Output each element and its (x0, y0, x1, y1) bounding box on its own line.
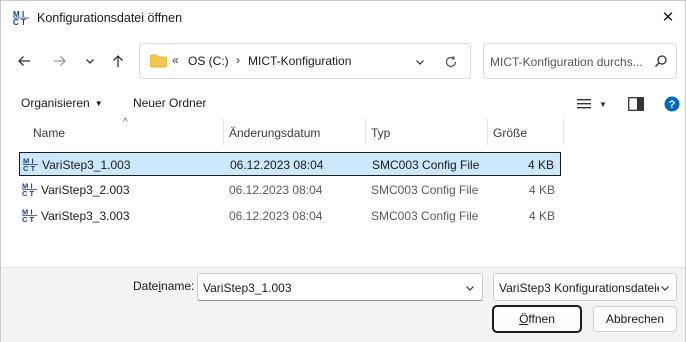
file-open-dialog: M I C T Konfigurationsdatei öffnen ✕ « O… (0, 0, 686, 342)
chevron-down-icon (416, 60, 424, 65)
refresh-icon (445, 55, 457, 68)
mict-file-icon: M I C T (22, 182, 38, 197)
address-overflow[interactable]: « (172, 53, 179, 67)
open-button[interactable]: Öffnen (492, 305, 582, 333)
file-size: 4 KB (528, 209, 555, 223)
view-options-dropdown[interactable]: ▼ (597, 95, 609, 113)
caret-down-icon: ▼ (94, 99, 103, 108)
chevron-down-icon (661, 286, 669, 291)
file-name: VariStep3_1.003 (42, 158, 131, 172)
window-title: Konfigurationsdatei öffnen (37, 11, 183, 25)
svg-text:C: C (23, 164, 29, 172)
forward-button[interactable] (47, 47, 73, 75)
file-type: SMC003 Config File (371, 183, 479, 197)
column-header-date[interactable]: Änderungsdatum (229, 119, 365, 145)
svg-text:T: T (31, 164, 36, 172)
caret-down-icon: ▼ (599, 99, 607, 109)
svg-text:T: T (21, 18, 26, 26)
file-row[interactable]: M I C T VariStep3_2.003 06.12.2023 08:04… (19, 178, 561, 202)
navigation-bar: « OS (C:) › MICT-Konfiguration (1, 43, 685, 81)
file-name: VariStep3_3.003 (41, 209, 130, 223)
file-type-dropdown (659, 282, 671, 294)
arrow-right-icon (54, 56, 66, 66)
svg-text:C: C (13, 18, 19, 26)
refresh-button[interactable] (442, 53, 460, 71)
column-header-name[interactable]: Name (33, 119, 221, 145)
filename-dropdown[interactable] (464, 282, 476, 294)
preview-pane-button[interactable] (627, 95, 645, 113)
address-separator: › (236, 53, 240, 67)
bottom-panel: Dateiname: VariStep3_1.003 VariStep3 Kon… (1, 267, 685, 342)
chevron-down-icon (466, 286, 474, 291)
svg-text:?: ? (669, 99, 676, 111)
mict-file-icon: M I C T (23, 157, 39, 172)
column-header-type[interactable]: Typ (371, 119, 487, 145)
column-divider[interactable] (563, 119, 564, 145)
svg-text:T: T (30, 215, 35, 223)
list-view-icon (577, 99, 591, 109)
file-type: SMC003 Config File (371, 209, 479, 223)
arrow-up-icon (113, 55, 123, 67)
column-divider[interactable] (223, 119, 224, 145)
file-type-value: VariStep3 Konfigurationsdateien (499, 281, 659, 295)
search-box (483, 43, 677, 79)
file-date: 06.12.2023 08:04 (229, 183, 323, 197)
mict-file-icon: M I C T (22, 208, 38, 223)
address-segment-folder[interactable]: MICT-Konfiguration (248, 54, 351, 68)
address-segment-drive[interactable]: OS (C:) (188, 54, 229, 68)
file-type-select[interactable]: VariStep3 Konfigurationsdateien (493, 273, 677, 301)
column-header-size[interactable]: Größe (493, 119, 563, 145)
filename-label: Dateiname: (133, 279, 195, 293)
recent-locations-button[interactable] (77, 47, 103, 75)
address-bar[interactable]: « OS (C:) › MICT-Konfiguration (139, 43, 471, 79)
chevron-down-icon (86, 59, 94, 64)
column-headers: ^ Name Änderungsdatum Typ Größe (9, 117, 565, 145)
svg-text:C: C (22, 189, 28, 197)
new-folder-button[interactable]: Neuer Ordner (133, 96, 206, 110)
organize-menu-button[interactable]: Organisieren ▼ (21, 96, 103, 110)
column-divider[interactable] (365, 119, 366, 145)
search-input[interactable] (490, 53, 650, 71)
file-row[interactable]: M I C T VariStep3_1.003 06.12.2023 08:04… (19, 152, 561, 176)
column-divider[interactable] (487, 119, 488, 145)
file-date: 06.12.2023 08:04 (230, 158, 324, 172)
mict-logo-icon: M I C T (13, 10, 29, 26)
preview-pane-icon (628, 97, 644, 111)
file-date: 06.12.2023 08:04 (229, 209, 323, 223)
svg-text:T: T (30, 189, 35, 197)
arrow-left-icon (18, 56, 30, 66)
help-icon: ? (664, 96, 680, 112)
help-button[interactable]: ? (663, 95, 681, 113)
command-bar: Organisieren ▼ Neuer Ordner ▼ ? (1, 91, 685, 117)
cancel-button[interactable]: Abbrechen (593, 306, 677, 332)
file-name: VariStep3_2.003 (41, 183, 130, 197)
back-button[interactable] (11, 47, 37, 75)
filename-value: VariStep3_1.003 (203, 281, 292, 295)
file-type: SMC003 Config File (372, 158, 480, 172)
up-button[interactable] (105, 47, 131, 75)
search-icon[interactable] (654, 54, 668, 68)
title-bar: M I C T Konfigurationsdatei öffnen ✕ (1, 1, 685, 35)
organize-label: Organisieren (21, 96, 90, 110)
close-icon: ✕ (661, 9, 675, 26)
view-options-button[interactable] (575, 95, 593, 113)
close-button[interactable]: ✕ (653, 3, 683, 31)
file-row[interactable]: M I C T VariStep3_3.003 06.12.2023 08:04… (19, 204, 561, 228)
address-history-dropdown[interactable] (412, 54, 428, 70)
folder-icon (150, 54, 167, 68)
file-list: ^ Name Änderungsdatum Typ Größe M I C T … (9, 117, 677, 263)
file-size: 4 KB (527, 158, 554, 172)
file-size: 4 KB (528, 183, 555, 197)
svg-text:C: C (22, 215, 28, 223)
filename-field[interactable]: VariStep3_1.003 (197, 273, 483, 301)
